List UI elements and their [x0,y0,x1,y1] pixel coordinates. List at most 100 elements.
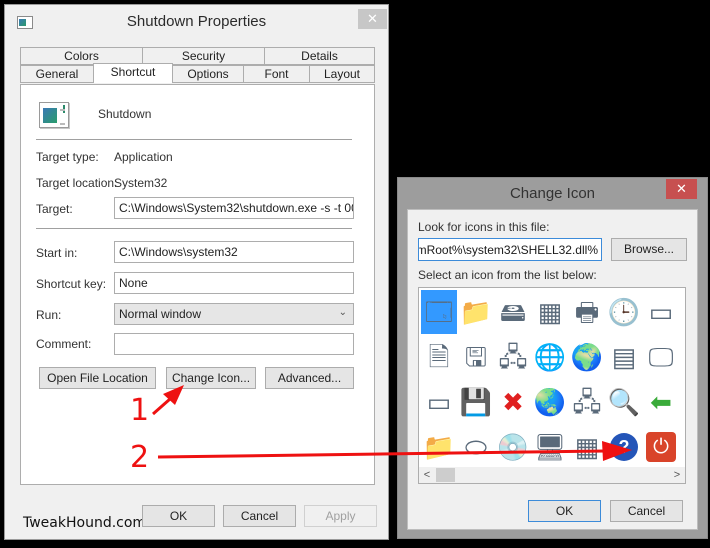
drive-remove-icon[interactable]: ✖ [495,380,531,424]
application-window-icon-glyph: 🗔 [424,297,454,327]
control-panel-icon-glyph: ▤ [611,342,637,372]
printer-icon[interactable]: 🖶 [569,290,605,334]
open-file-location-button[interactable]: Open File Location [39,367,156,389]
network-globe-icon-glyph: 🌍 [570,342,604,372]
globe-mouse-icon[interactable]: 🌏 [532,380,568,424]
cd-drive-icon[interactable]: 💿 [495,425,531,469]
usb-drive-icon[interactable]: ⬅ [643,380,679,424]
drive-icon-glyph: ⬭ [464,432,488,462]
cancel-button[interactable]: Cancel [610,500,683,522]
look-for-label: Look for icons in this file: [418,220,550,234]
change-icon-dialog: Change Icon ✕ Look for icons in this fil… [397,177,708,539]
printer-icon-glyph: 🖶 [574,297,600,327]
start-in-label: Start in: [36,246,78,260]
search-icon-glyph: 🔍 [607,387,641,417]
comment-input[interactable] [114,333,354,355]
hard-drive-icon-glyph: 🖴 [499,297,527,327]
icon-file-input[interactable]: %SystemRoot%\system32\SHELL32.dll [418,238,602,261]
computer-icon-glyph: 🖥 [533,432,567,462]
floppy-drive-icon-glyph: 🖫 [464,342,488,372]
apply-button[interactable]: Apply [304,505,377,527]
blank-window-icon[interactable]: ▭ [421,380,457,424]
run-label: Run: [36,308,62,322]
folder-icon[interactable]: 📁 [421,425,457,469]
step-1-label: 1 [130,393,150,428]
browse-button[interactable]: Browse... [611,238,687,261]
blank-window-icon-glyph: ▭ [426,387,452,417]
title-bar[interactable]: Shutdown Properties ✕ [5,5,388,39]
floppy-drive-icon[interactable]: 🖫 [458,335,494,379]
screensaver-icon[interactable]: 🖵 [643,335,679,379]
shortcut-key-label: Shortcut key: [36,277,107,291]
floppy-disk-icon[interactable]: 💾 [458,380,494,424]
application-window-icon[interactable]: 🗔 [421,290,457,334]
shortcut-icon [39,102,69,128]
screen-icon-glyph: ▭ [648,297,674,327]
power-icon-glyph: ⏻ [646,432,676,462]
target-type-label: Target type: [36,150,99,164]
run-selected-value: Normal window [119,307,202,321]
network-drive-icon[interactable]: 🖧 [495,335,531,379]
drive-remove-icon-glyph: ✖ [502,387,524,417]
chevron-down-icon: ⌄ [338,307,347,318]
target-type-value: Application [114,150,173,164]
control-panel-icon[interactable]: ▤ [606,335,642,379]
tab-general[interactable]: General [20,65,94,83]
advanced-button[interactable]: Advanced... [265,367,354,389]
window-title: Change Icon [509,185,596,202]
start-in-input[interactable]: C:\Windows\system32 [114,241,354,263]
cd-drive-icon-glyph: 💿 [496,432,530,462]
memory-chip-icon-glyph: ▦ [537,297,563,327]
tab-layout[interactable]: Layout [309,65,375,83]
target-input[interactable]: C:\Windows\System32\shutdown.exe -s -t 0… [114,197,354,219]
tab-options[interactable]: Options [172,65,244,83]
target-location-label: Target location: [36,176,118,190]
grid-folder-icon-glyph: ▦ [574,432,600,462]
cancel-button[interactable]: Cancel [223,505,296,527]
close-button[interactable]: ✕ [666,179,697,199]
tab-details[interactable]: Details [264,47,375,65]
document-icon-glyph: 🗎 [428,342,450,372]
divider [36,139,352,140]
tab-font[interactable]: Font [243,65,310,83]
scroll-right-icon[interactable]: > [669,467,685,483]
document-icon[interactable]: 🗎 [421,335,457,379]
network-icon-glyph: 🖧 [572,387,602,417]
globe-mouse-icon-glyph: 🌏 [533,387,567,417]
help-icon-glyph: ? [610,433,638,461]
tab-shortcut[interactable]: Shortcut [93,63,173,83]
folder-icon-glyph: 📁 [422,432,456,462]
close-button[interactable]: ✕ [358,9,387,29]
help-icon[interactable]: ? [606,425,642,469]
internet-explorer-icon[interactable]: 🌐 [532,335,568,379]
ok-button[interactable]: OK [528,500,601,522]
clock-document-icon[interactable]: 🕒 [606,290,642,334]
network-globe-icon[interactable]: 🌍 [569,335,605,379]
ok-button[interactable]: OK [142,505,215,527]
search-icon[interactable]: 🔍 [606,380,642,424]
grid-folder-icon[interactable]: ▦ [569,425,605,469]
memory-chip-icon[interactable]: ▦ [532,290,568,334]
usb-drive-icon-glyph: ⬅ [650,387,672,417]
hard-drive-icon[interactable]: 🖴 [495,290,531,334]
power-icon[interactable]: ⏻ [643,425,679,469]
drive-icon[interactable]: ⬭ [458,425,494,469]
screen-icon[interactable]: ▭ [643,290,679,334]
run-select[interactable]: Normal window ⌄ [114,303,354,325]
watermark: TweakHound.com [23,515,147,531]
folder-icon-glyph: 📁 [459,297,493,327]
folder-icon[interactable]: 📁 [458,290,494,334]
target-label: Target: [36,202,73,216]
network-icon[interactable]: 🖧 [569,380,605,424]
change-icon-button[interactable]: Change Icon... [166,367,256,389]
computer-icon[interactable]: 🖥 [532,425,568,469]
icon-list[interactable]: < > 🗔 📁 🖴 ▦ 🖶 🕒 ▭ 🗎 🖫 🖧 🌐 🌍 ▤ 🖵 ▭ 💾 ✖ 🌏 🖧 🔍 ⬅ 📁 ⬭ 💿 🖥 ▦? ⏻ [418,287,686,484]
network-drive-icon-glyph: 🖧 [498,342,528,372]
scroll-thumb[interactable] [436,468,455,482]
window-title: Shutdown Properties [126,13,267,30]
shortcut-key-input[interactable]: None [114,272,354,294]
target-location-value: System32 [114,176,168,190]
horizontal-scrollbar[interactable]: < > [419,467,685,483]
change-icon-client: Look for icons in this file: %SystemRoot… [407,209,698,530]
scroll-left-icon[interactable]: < [419,467,435,483]
